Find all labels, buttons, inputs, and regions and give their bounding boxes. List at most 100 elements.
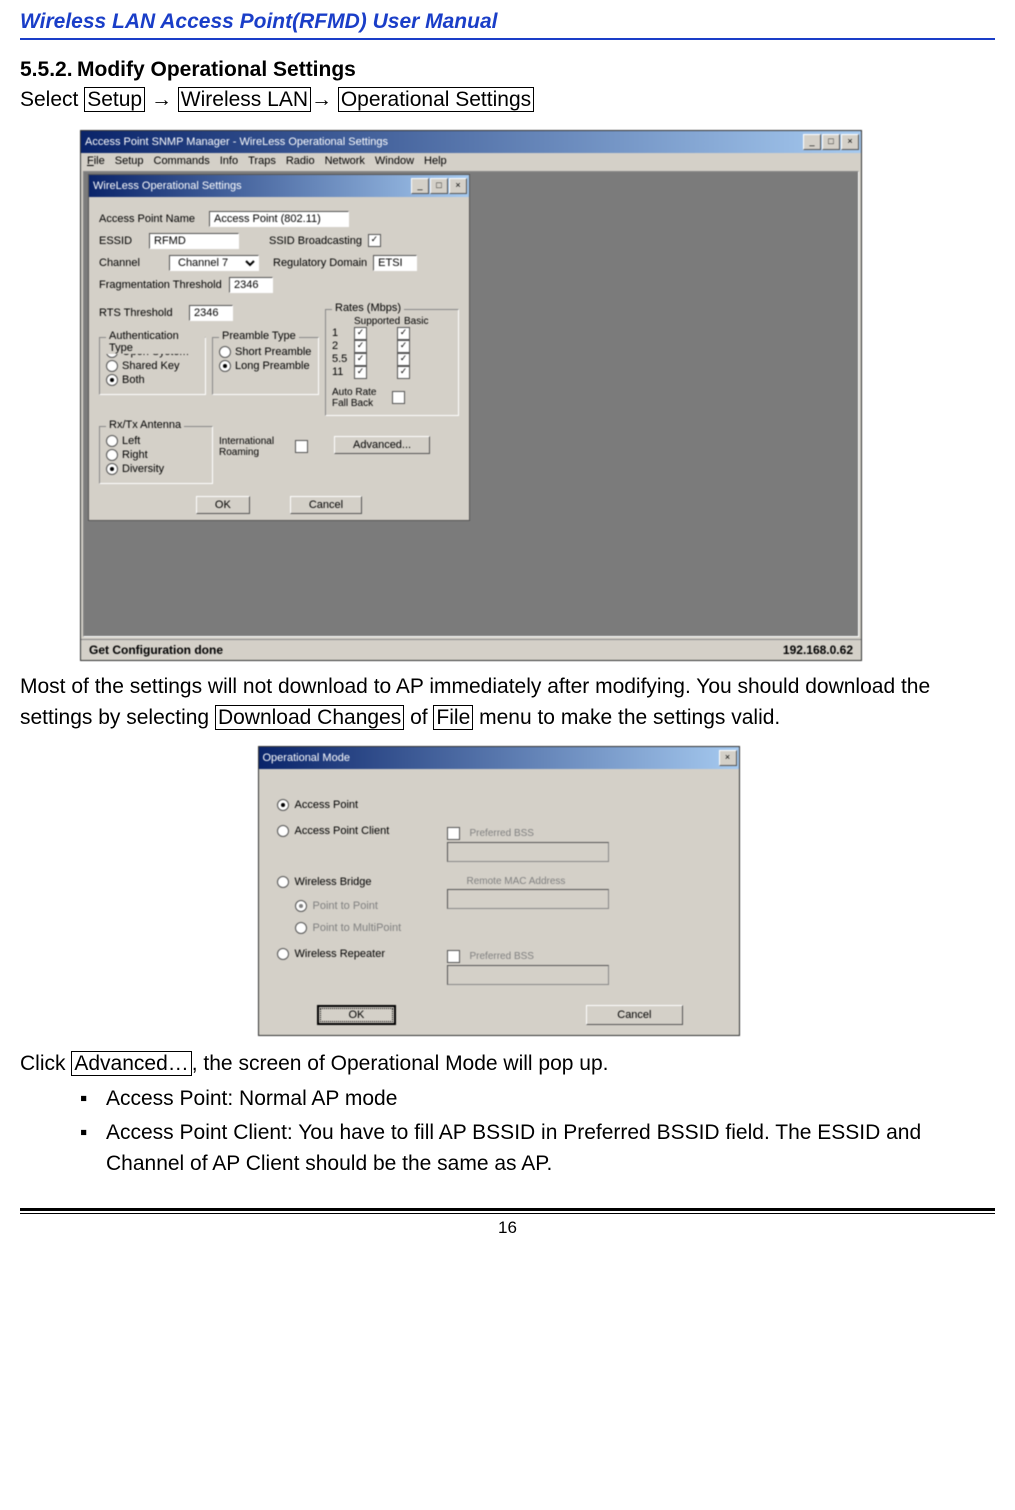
opmode-ok-button[interactable]: OK	[317, 1005, 397, 1025]
opmode-cancel-button[interactable]: Cancel	[586, 1005, 682, 1025]
doc-header: Wireless LAN Access Point(RFMD) User Man…	[20, 0, 995, 38]
menu-help[interactable]: Help	[424, 155, 447, 167]
opmode-titlebar: Operational Mode ×	[259, 747, 739, 769]
apname-input[interactable]	[209, 211, 349, 227]
apname-label: Access Point Name	[99, 213, 209, 225]
bullet-list: ▪Access Point: Normal AP mode ▪Access Po…	[80, 1083, 995, 1180]
essid-input[interactable]	[149, 233, 239, 249]
close-icon[interactable]: ×	[841, 134, 859, 150]
opmode-title: Operational Mode	[263, 752, 350, 764]
ant-left-radio[interactable]: Left	[106, 435, 206, 447]
arrow-icon: →	[151, 88, 172, 111]
pre-short-radio[interactable]: Short Preamble	[219, 346, 312, 358]
screenshot-snmp-manager: Access Point SNMP Manager - WireLess Ope…	[80, 130, 995, 661]
menu-window[interactable]: Window	[375, 155, 414, 167]
nav-wlan-box: Wireless LAN	[178, 87, 311, 112]
advanced-button[interactable]: Advanced...	[334, 436, 430, 454]
close-icon[interactable]: ×	[449, 178, 467, 194]
status-ip: 192.168.0.62	[783, 643, 853, 657]
bullet-icon: ▪	[80, 1117, 88, 1180]
rts-label: RTS Threshold	[99, 307, 189, 319]
frag-label: Fragmentation Threshold	[99, 279, 229, 291]
ant-right-radio[interactable]: Right	[106, 449, 206, 461]
section-heading-row: 5.5.2. Modify Operational Settings	[20, 58, 995, 82]
channel-select[interactable]: Channel 7	[169, 255, 259, 271]
channel-label: Channel	[99, 257, 149, 269]
mode-wb-radio[interactable]	[277, 876, 289, 888]
rate4-sup-cb[interactable]: ✓	[354, 366, 367, 379]
bullet-icon: ▪	[80, 1083, 88, 1115]
mode-ap-radio[interactable]	[277, 799, 289, 811]
rts-input[interactable]	[189, 305, 233, 321]
auth-shared-radio[interactable]: Shared Key	[106, 360, 199, 372]
paragraph-2: Click Advanced…, the screen of Operation…	[20, 1048, 995, 1080]
settings-dialog: WireLess Operational Settings _ □ × Acce…	[88, 174, 470, 521]
advanced-box: Advanced…	[71, 1051, 191, 1076]
menu-file[interactable]: File	[87, 155, 105, 167]
menu-info[interactable]: Info	[220, 155, 238, 167]
download-changes-box: Download Changes	[215, 705, 404, 730]
rate4-bas-cb[interactable]: ✓	[397, 366, 410, 379]
menu-setup[interactable]: Setup	[115, 155, 144, 167]
autorate-cb[interactable]	[392, 391, 405, 404]
cancel-button[interactable]: Cancel	[290, 496, 362, 514]
status-text: Get Configuration done	[89, 643, 223, 657]
ant-div-radio[interactable]: Diversity	[106, 463, 206, 475]
menu-radio[interactable]: Radio	[286, 155, 315, 167]
paragraph-1: Most of the settings will not download t…	[20, 671, 995, 734]
p2p-label: Point to Point	[313, 900, 378, 912]
rate2-sup-cb[interactable]: ✓	[354, 340, 367, 353]
mode-apc-label: Access Point Client	[295, 825, 390, 837]
prefbss2-cb	[447, 950, 460, 963]
rate3-sup-cb[interactable]: ✓	[354, 353, 367, 366]
rate1-sup-cb[interactable]: ✓	[354, 327, 367, 340]
prefbss-label: Preferred BSS	[470, 828, 534, 839]
footer-rule-thin	[20, 1213, 995, 1214]
app-title: Access Point SNMP Manager - WireLess Ope…	[85, 136, 388, 148]
maximize-icon[interactable]: □	[822, 134, 840, 150]
ssidb-checkbox[interactable]: ✓	[368, 234, 381, 247]
prefbss-cb	[447, 827, 460, 840]
ssidb-label: SSID Broadcasting	[269, 235, 362, 247]
roam-cb[interactable]	[295, 440, 308, 453]
auth-both-radio[interactable]: Both	[106, 374, 199, 386]
rate2-bas-cb[interactable]: ✓	[397, 340, 410, 353]
regdom-label: Regulatory Domain	[273, 257, 367, 269]
screenshot-operational-mode: Operational Mode × Access Point Access P…	[258, 746, 758, 1036]
section-title: Modify Operational Settings	[77, 58, 356, 81]
preamble-caption: Preamble Type	[219, 330, 299, 342]
statusbar: Get Configuration done 192.168.0.62	[81, 639, 861, 660]
antenna-caption: Rx/Tx Antenna	[106, 419, 184, 431]
pre-long-radio[interactable]: Long Preamble	[219, 360, 312, 372]
rate1-bas-cb[interactable]: ✓	[397, 327, 410, 340]
menu-commands[interactable]: Commands	[154, 155, 210, 167]
p2mp-radio	[295, 922, 307, 934]
prefbss-input	[447, 842, 609, 862]
mode-apc-radio[interactable]	[277, 825, 289, 837]
auth-caption: Authentication Type	[106, 330, 205, 354]
app-window: Access Point SNMP Manager - WireLess Ope…	[80, 130, 862, 661]
minimize-icon[interactable]: _	[803, 134, 821, 150]
nav-path-line: Select Setup → Wireless LAN→ Operational…	[20, 84, 995, 116]
mode-wr-radio[interactable]	[277, 948, 289, 960]
mode-ap-label: Access Point	[295, 799, 359, 811]
close-icon[interactable]: ×	[719, 750, 737, 766]
prefbss2-label: Preferred BSS	[470, 951, 534, 962]
rate3-bas-cb[interactable]: ✓	[397, 353, 410, 366]
maximize-icon[interactable]: □	[430, 178, 448, 194]
arrow-icon: →	[311, 88, 332, 111]
nav-opsettings-box: Operational Settings	[338, 87, 534, 112]
minimize-icon[interactable]: _	[411, 178, 429, 194]
footer-rule-thick	[20, 1208, 995, 1211]
menu-traps[interactable]: Traps	[248, 155, 276, 167]
section-number: 5.5.2.	[20, 58, 73, 81]
nav-setup-box: Setup	[84, 87, 145, 112]
menu-network[interactable]: Network	[325, 155, 365, 167]
p2p-radio	[295, 900, 307, 912]
ok-button[interactable]: OK	[196, 496, 250, 514]
opmode-dialog: Operational Mode × Access Point Access P…	[258, 746, 740, 1036]
frag-input[interactable]	[229, 277, 273, 293]
nav-prefix: Select	[20, 88, 78, 111]
prefbss2-input	[447, 965, 609, 985]
titlebar: Access Point SNMP Manager - WireLess Ope…	[81, 131, 861, 153]
